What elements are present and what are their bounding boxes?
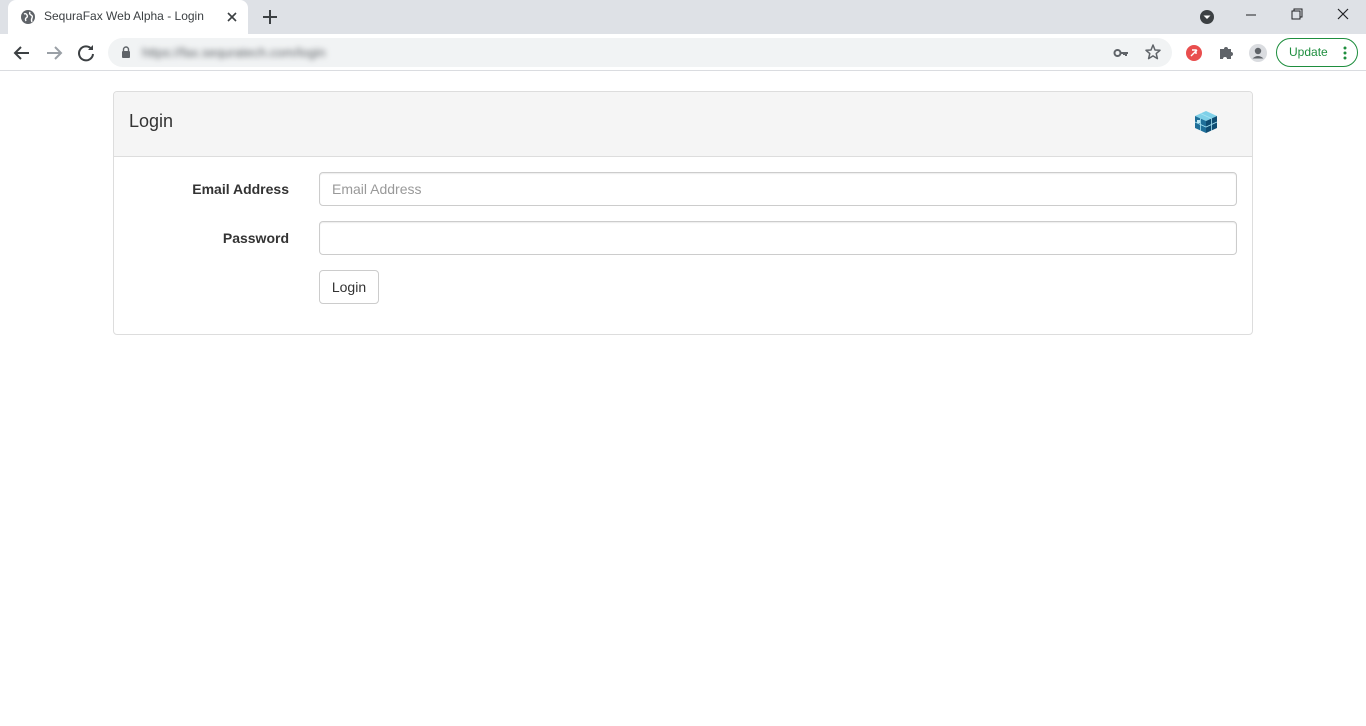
chevron-down-circle-icon[interactable] <box>1196 6 1218 28</box>
browser-tabstrip: SequraFax Web Alpha - Login <box>0 0 1366 34</box>
close-icon[interactable] <box>1320 0 1366 30</box>
lock-icon[interactable] <box>119 45 133 59</box>
profile-icon[interactable] <box>1248 43 1268 63</box>
login-button[interactable]: Login <box>319 270 379 304</box>
kebab-menu-icon[interactable] <box>1339 45 1351 61</box>
email-field[interactable] <box>319 172 1237 206</box>
login-panel: Login Email Address Password Login <box>113 91 1253 335</box>
browser-tab-active[interactable]: SequraFax Web Alpha - Login <box>8 0 248 34</box>
plus-icon[interactable] <box>258 5 282 29</box>
arrow-right-icon[interactable] <box>40 39 68 67</box>
cube-logo-icon <box>1194 111 1218 133</box>
password-label: Password <box>222 230 289 246</box>
globe-icon <box>21 10 35 24</box>
key-icon[interactable] <box>1112 44 1130 62</box>
address-bar[interactable]: https://fax.sequratech.com/login <box>108 38 1172 67</box>
email-label: Email Address <box>192 181 289 197</box>
tab-title: SequraFax Web Alpha - Login <box>44 9 204 23</box>
star-icon[interactable] <box>1144 43 1162 61</box>
minimize-icon[interactable] <box>1228 0 1274 30</box>
update-button[interactable]: Update <box>1276 38 1358 67</box>
arrow-left-icon[interactable] <box>8 39 36 67</box>
password-field[interactable] <box>319 221 1237 255</box>
red-extension-icon[interactable] <box>1184 43 1204 63</box>
close-icon[interactable] <box>224 9 240 25</box>
puzzle-icon[interactable] <box>1216 43 1236 63</box>
update-label: Update <box>1289 45 1328 59</box>
url-text[interactable]: https://fax.sequratech.com/login <box>142 45 326 60</box>
browser-toolbar: https://fax.sequratech.com/login Update <box>0 34 1366 71</box>
reload-icon[interactable] <box>72 39 100 67</box>
panel-heading: Login <box>114 92 1252 157</box>
restore-icon[interactable] <box>1274 0 1320 30</box>
page-title: Login <box>129 111 174 131</box>
